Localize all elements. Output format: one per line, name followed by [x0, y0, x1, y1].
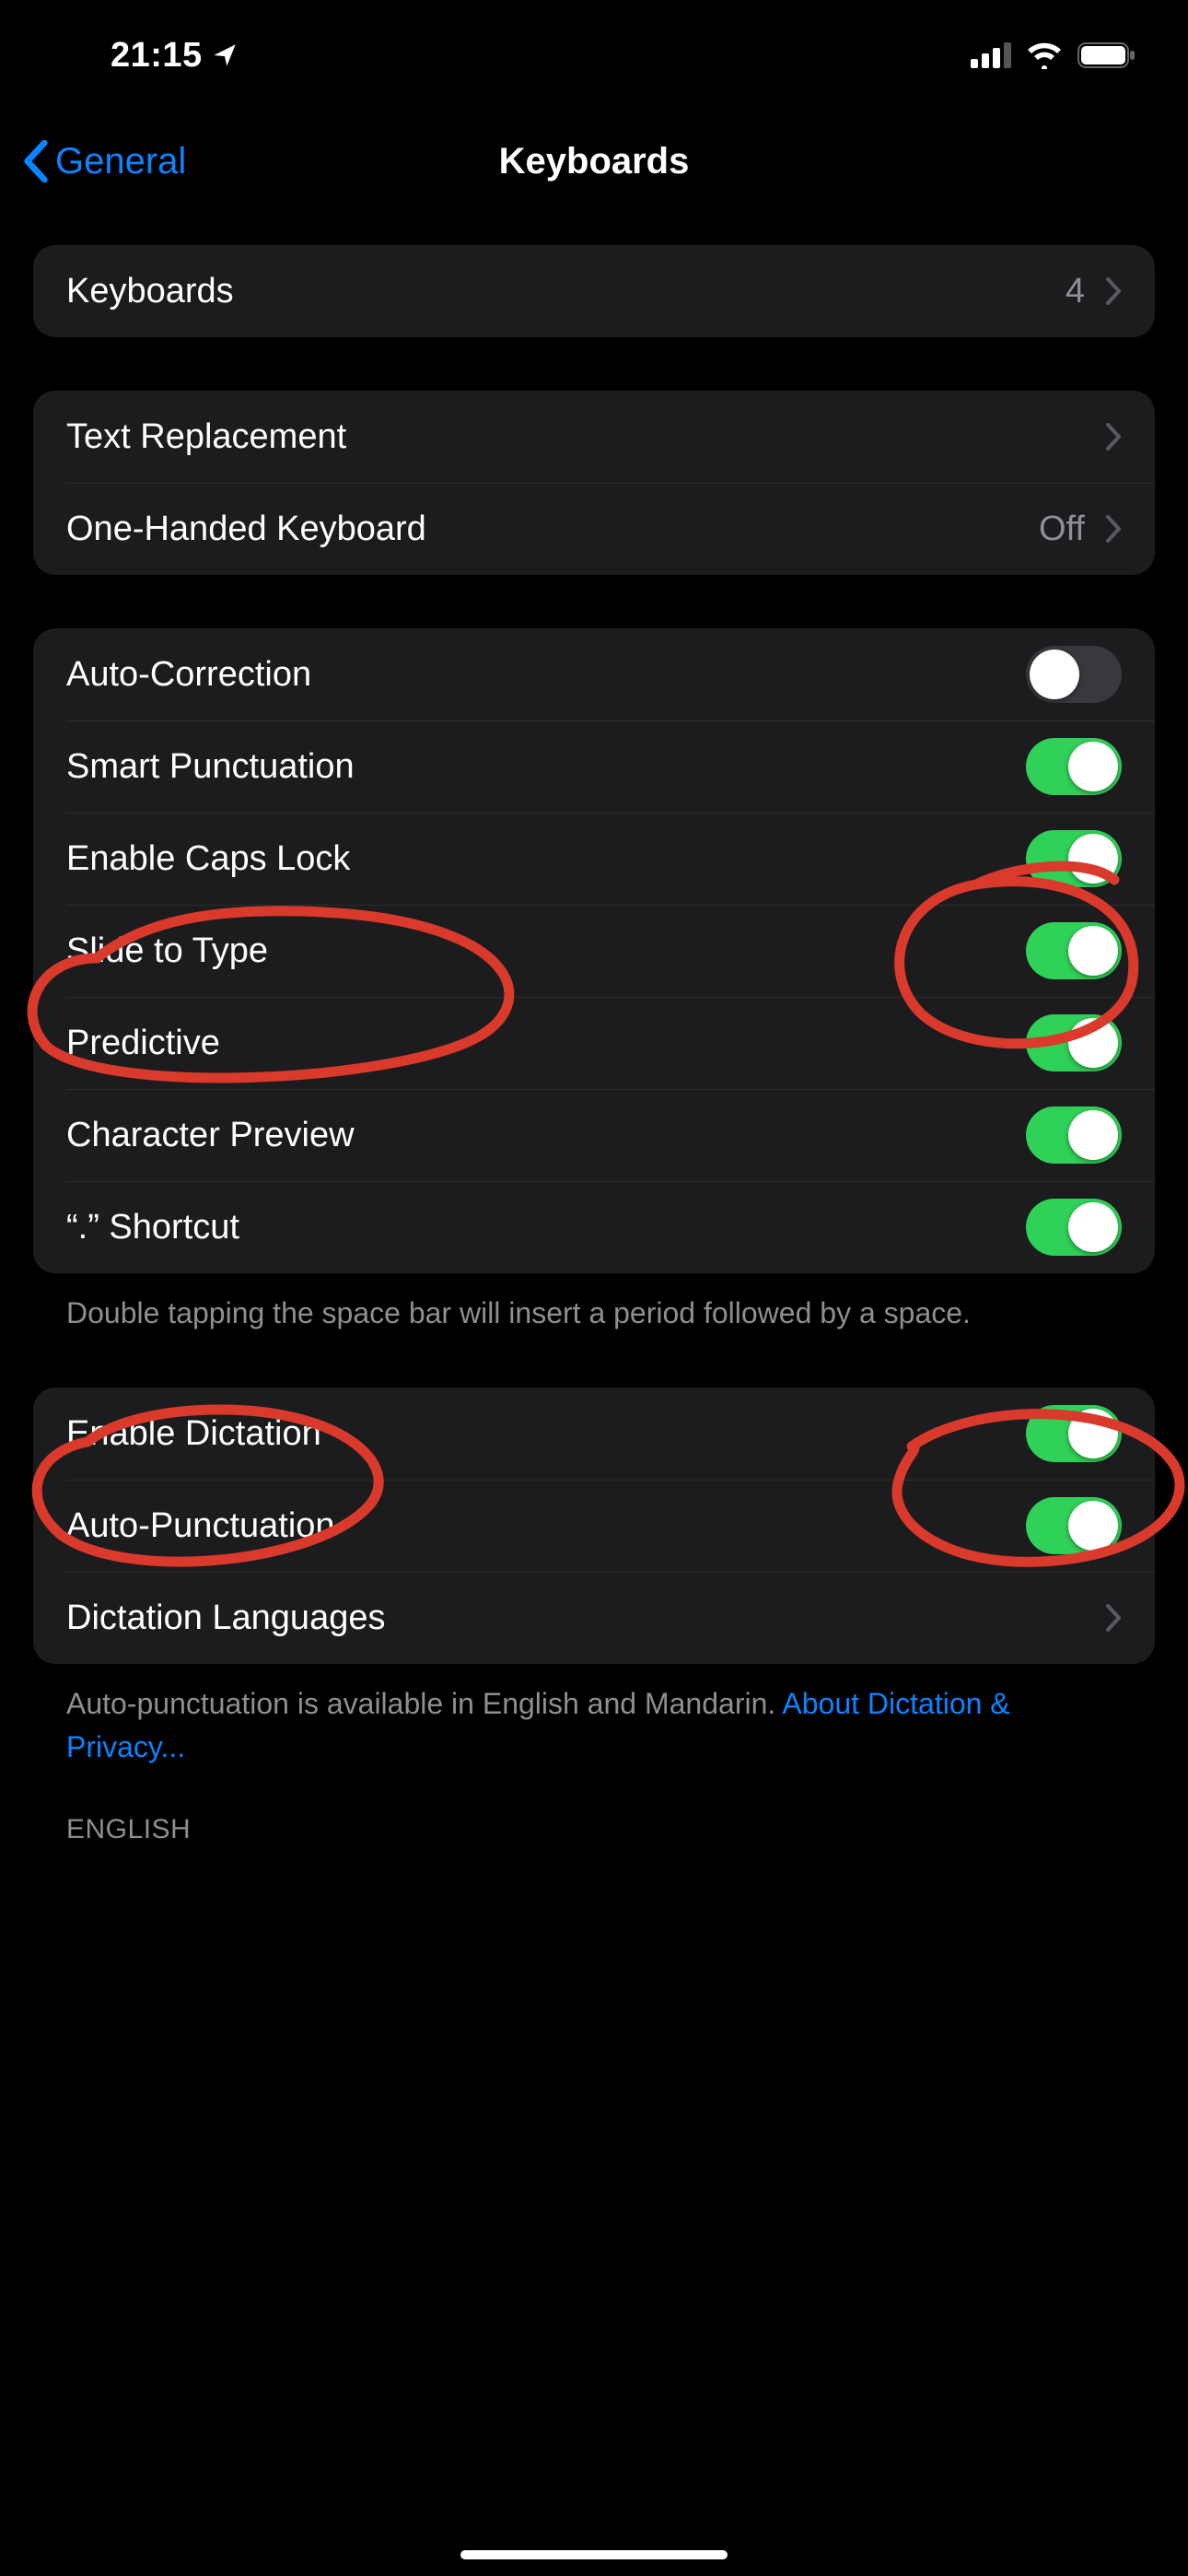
status-right — [971, 41, 1136, 69]
enable-dictation-toggle[interactable] — [1026, 1405, 1122, 1462]
row-label: “.” Shortcut — [66, 1208, 239, 1247]
status-time: 21:15 — [111, 36, 203, 76]
one-handed-value: Off — [1039, 509, 1085, 549]
row-text-replacement[interactable]: Text Replacement — [33, 391, 1155, 483]
character-preview-toggle[interactable] — [1026, 1107, 1122, 1164]
row-label: One-Handed Keyboard — [66, 509, 426, 549]
group-keyboards: Keyboards 4 — [33, 245, 1155, 337]
row-dictation-languages[interactable]: Dictation Languages — [33, 1572, 1155, 1664]
home-indicator[interactable] — [460, 2550, 728, 2559]
predictive-toggle[interactable] — [1026, 1014, 1122, 1071]
row-auto-correction: Auto-Correction — [33, 628, 1155, 720]
dictation-footer-text: Auto-punctuation is available in English… — [66, 1687, 782, 1720]
cellular-icon — [971, 42, 1011, 68]
battery-icon — [1077, 41, 1136, 69]
chevron-right-icon — [1105, 1604, 1122, 1632]
row-label: Dictation Languages — [66, 1598, 385, 1638]
row-label: Auto-Correction — [66, 655, 311, 695]
chevron-right-icon — [1105, 277, 1122, 305]
auto-punctuation-toggle[interactable] — [1026, 1497, 1122, 1554]
smart-punctuation-toggle[interactable] — [1026, 738, 1122, 795]
row-character-preview: Character Preview — [33, 1089, 1155, 1181]
row-slide-to-type: Slide to Type — [33, 905, 1155, 997]
row-right — [1105, 423, 1122, 451]
period-shortcut-toggle[interactable] — [1026, 1199, 1122, 1256]
row-label: Character Preview — [66, 1116, 355, 1155]
row-auto-punctuation: Auto-Punctuation — [33, 1480, 1155, 1572]
row-period-shortcut: “.” Shortcut — [33, 1181, 1155, 1273]
row-right: 4 — [1066, 272, 1122, 311]
content: Keyboards 4 Text Replacement — [0, 245, 1188, 1856]
chevron-left-icon — [22, 140, 50, 182]
typing-footer: Double tapping the space bar will insert… — [33, 1273, 1155, 1334]
status-left: 21:15 — [111, 36, 238, 76]
wifi-icon — [1026, 41, 1063, 69]
chevron-right-icon — [1105, 515, 1122, 543]
row-enable-dictation: Enable Dictation — [33, 1388, 1155, 1480]
caps-lock-toggle[interactable] — [1026, 830, 1122, 887]
row-label: Predictive — [66, 1024, 220, 1063]
auto-correction-toggle[interactable] — [1026, 646, 1122, 703]
english-section-header: ENGLISH — [33, 1768, 1155, 1856]
chevron-right-icon — [1105, 423, 1122, 451]
row-label: Enable Caps Lock — [66, 839, 350, 879]
status-bar: 21:15 — [0, 0, 1188, 111]
row-one-handed[interactable]: One-Handed Keyboard Off — [33, 483, 1155, 575]
nav-bar: General Keyboards — [0, 111, 1188, 212]
screen: 21:15 — [0, 0, 1188, 2576]
row-label: Keyboards — [66, 272, 234, 311]
page-title: Keyboards — [499, 141, 690, 182]
row-label: Slide to Type — [66, 931, 268, 971]
row-predictive: Predictive — [33, 997, 1155, 1089]
row-label: Text Replacement — [66, 417, 346, 457]
dictation-footer: Auto-punctuation is available in English… — [33, 1664, 1155, 1768]
location-arrow-icon — [212, 42, 238, 68]
row-smart-punctuation: Smart Punctuation — [33, 720, 1155, 813]
back-button[interactable]: General — [22, 140, 186, 182]
slide-to-type-toggle[interactable] — [1026, 922, 1122, 979]
row-keyboards[interactable]: Keyboards 4 — [33, 245, 1155, 337]
row-caps-lock: Enable Caps Lock — [33, 813, 1155, 905]
row-label: Auto-Punctuation — [66, 1506, 335, 1546]
group-typing: Auto-Correction Smart Punctuation Enable… — [33, 628, 1155, 1273]
row-label: Enable Dictation — [66, 1414, 321, 1454]
row-right — [1105, 1604, 1122, 1632]
row-label: Smart Punctuation — [66, 747, 355, 787]
back-label: General — [55, 141, 186, 182]
row-right: Off — [1039, 509, 1122, 549]
group-dictation: Enable Dictation Auto-Punctuation Dictat… — [33, 1388, 1155, 1664]
keyboards-count: 4 — [1066, 272, 1085, 311]
group-text: Text Replacement One-Handed Keyboard Off — [33, 391, 1155, 575]
